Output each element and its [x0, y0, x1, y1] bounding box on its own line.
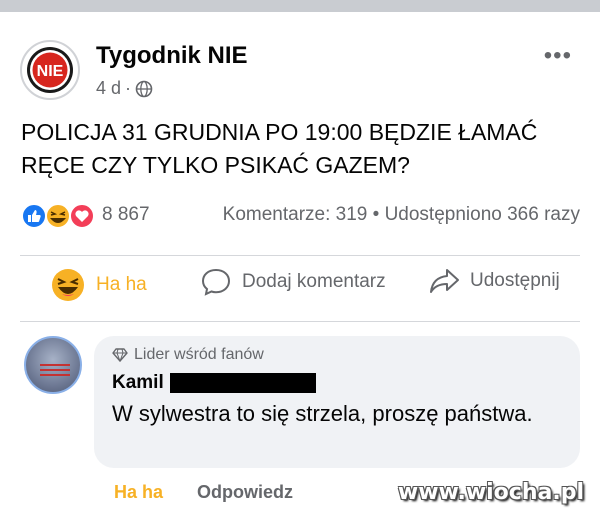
reaction-count[interactable]: 8 867: [102, 204, 150, 226]
top-separator-bar: [0, 0, 600, 12]
add-comment-button[interactable]: Dodaj komentarz: [200, 267, 386, 297]
reactions-bar: 8 867 Komentarze: 319 • Udostępniono 366…: [20, 200, 580, 230]
more-icon[interactable]: •••: [544, 42, 572, 70]
comment-actions: Ha ha Odpowiedz: [114, 482, 293, 503]
haha-reaction-icon: [45, 203, 71, 229]
haha-button[interactable]: Ha ha: [50, 267, 147, 303]
comments-count[interactable]: Komentarze: 319: [223, 204, 368, 225]
post-text: POLICJA 31 GRUDNIA PO 19:00 BĘDZIE ŁAMAĆ…: [21, 119, 538, 178]
watermark: www.wiocha.pl: [397, 480, 584, 505]
reaction-icons[interactable]: [20, 202, 98, 230]
meta-separator: ·: [125, 78, 132, 98]
redacted-surname: [169, 373, 316, 393]
post-stats: Komentarze: 319 • Udostępniono 366 razy: [223, 204, 580, 226]
post-header: NIE Tygodnik NIE 4 d · •••: [0, 12, 600, 102]
fan-badge-label: Lider wśród fanów: [134, 346, 264, 363]
globe-icon: [135, 80, 153, 97]
page-name[interactable]: Tygodnik NIE: [96, 42, 248, 70]
avatar[interactable]: [24, 336, 82, 394]
like-reaction-icon: [21, 203, 47, 229]
post-meta: 4 d ·: [96, 78, 153, 99]
love-reaction-icon: [69, 203, 95, 229]
fan-badge[interactable]: Lider wśród fanów: [112, 346, 264, 364]
shares-count[interactable]: Udostępniono 366 razy: [385, 204, 580, 225]
page-avatar[interactable]: NIE: [20, 40, 80, 100]
avatar-logo-text: NIE: [37, 63, 64, 80]
haha-label: Ha ha: [96, 274, 147, 295]
share-button[interactable]: Udostępnij: [428, 267, 560, 295]
haha-emoji-icon: [52, 269, 84, 301]
share-icon: [430, 269, 459, 293]
reply-button[interactable]: Odpowiedz: [197, 482, 293, 503]
post-age[interactable]: 4 d: [96, 78, 121, 99]
comment-text: W sylwestra to się strzela, proszę państ…: [112, 401, 533, 426]
diamond-badge-icon: [112, 348, 128, 362]
post-actions: Ha ha Dodaj komentarz Udostępnij: [0, 255, 600, 321]
commenter-first-name: Kamil: [112, 372, 164, 393]
stats-separator: •: [372, 204, 380, 225]
nie-logo-icon: NIE: [27, 47, 73, 93]
comment-icon: [201, 268, 231, 296]
add-comment-label: Dodaj komentarz: [242, 271, 386, 292]
commenter-name[interactable]: Kamil: [112, 372, 316, 394]
comment-haha-button[interactable]: Ha ha: [114, 482, 163, 503]
share-label: Udostępnij: [470, 270, 560, 291]
comment-bubble: Lider wśród fanów Kamil W sylwestra to s…: [94, 336, 580, 468]
